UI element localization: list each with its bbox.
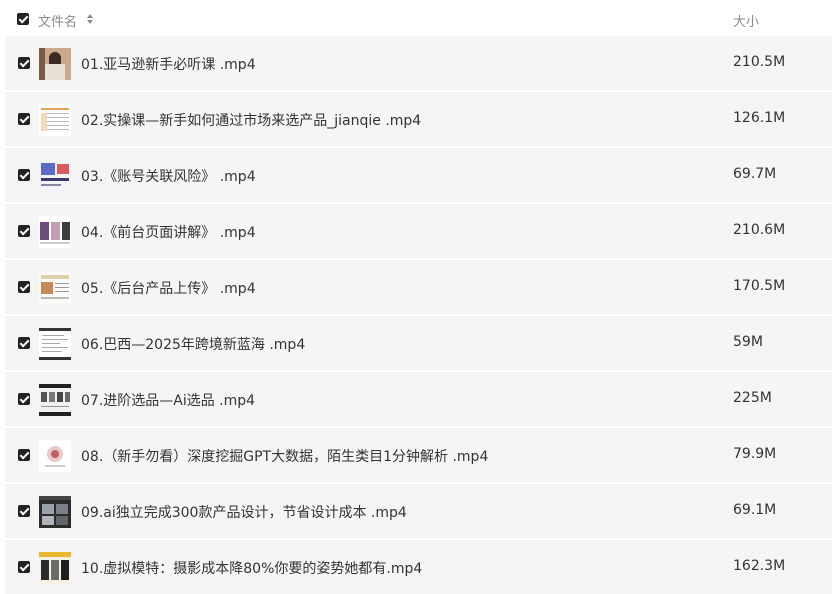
file-size: 210.5M xyxy=(733,54,786,70)
column-header-name[interactable]: 文件名 xyxy=(38,11,77,30)
row-checkbox[interactable] xyxy=(18,169,30,181)
row-checkbox[interactable] xyxy=(18,57,30,69)
row-checkbox[interactable] xyxy=(18,505,30,517)
file-size: 126.1M xyxy=(733,110,786,126)
file-name[interactable]: 01.亚马逊新手必听课 .mp4 xyxy=(81,54,256,74)
video-thumbnail xyxy=(39,328,71,360)
file-row[interactable]: 04.《前台页面讲解》 .mp4 210.6M xyxy=(5,204,832,258)
file-row[interactable]: 07.进阶选品—Ai选品 .mp4 225M xyxy=(5,372,832,426)
file-row[interactable]: 02.实操课—新手如何通过市场来选产品_jianqie .mp4 126.1M xyxy=(5,92,832,146)
row-checkbox[interactable] xyxy=(18,393,30,405)
row-checkbox[interactable] xyxy=(18,561,30,573)
video-thumbnail xyxy=(39,384,71,416)
file-name[interactable]: 05.《后台产品上传》 .mp4 xyxy=(81,278,256,298)
file-size: 69.1M xyxy=(733,502,777,518)
file-row[interactable]: 01.亚马逊新手必听课 .mp4 210.5M xyxy=(5,36,832,90)
file-list-header: 文件名 大小 xyxy=(0,0,833,38)
file-row[interactable]: 08.（新手勿看）深度挖掘GPT大数据，陌生类目1分钟解析 .mp4 79.9M xyxy=(5,428,832,482)
file-row[interactable]: 03.《账号关联风险》 .mp4 69.7M xyxy=(5,148,832,202)
video-thumbnail xyxy=(39,104,71,136)
file-name[interactable]: 08.（新手勿看）深度挖掘GPT大数据，陌生类目1分钟解析 .mp4 xyxy=(81,446,488,466)
file-name[interactable]: 04.《前台页面讲解》 .mp4 xyxy=(81,222,256,242)
file-name[interactable]: 02.实操课—新手如何通过市场来选产品_jianqie .mp4 xyxy=(81,110,421,130)
row-checkbox[interactable] xyxy=(18,281,30,293)
file-row[interactable]: 09.ai独立完成300款产品设计，节省设计成本 .mp4 69.1M xyxy=(5,484,832,538)
video-thumbnail xyxy=(39,216,71,248)
video-thumbnail xyxy=(39,160,71,192)
row-checkbox[interactable] xyxy=(18,337,30,349)
file-size: 170.5M xyxy=(733,278,786,294)
file-name[interactable]: 10.虚拟模特：摄影成本降80%你要的姿势她都有.mp4 xyxy=(81,558,422,578)
video-thumbnail xyxy=(39,496,71,528)
file-row[interactable]: 05.《后台产品上传》 .mp4 170.5M xyxy=(5,260,832,314)
video-thumbnail xyxy=(39,440,71,472)
file-size: 210.6M xyxy=(733,222,786,238)
file-name[interactable]: 06.巴西—2025年跨境新蓝海 .mp4 xyxy=(81,334,305,354)
file-size: 79.9M xyxy=(733,446,777,462)
file-size: 69.7M xyxy=(733,166,777,182)
video-thumbnail xyxy=(39,552,71,584)
row-checkbox[interactable] xyxy=(18,225,30,237)
file-row[interactable]: 10.虚拟模特：摄影成本降80%你要的姿势她都有.mp4 162.3M xyxy=(5,540,832,594)
video-thumbnail xyxy=(39,48,71,80)
file-size: 225M xyxy=(733,390,772,406)
column-header-size[interactable]: 大小 xyxy=(733,11,759,30)
file-size: 162.3M xyxy=(733,558,786,574)
file-name[interactable]: 09.ai独立完成300款产品设计，节省设计成本 .mp4 xyxy=(81,502,407,522)
video-thumbnail xyxy=(39,272,71,304)
row-checkbox[interactable] xyxy=(18,449,30,461)
sort-icon[interactable] xyxy=(86,12,94,26)
file-name[interactable]: 07.进阶选品—Ai选品 .mp4 xyxy=(81,390,255,410)
file-size: 59M xyxy=(733,334,763,350)
row-checkbox[interactable] xyxy=(18,113,30,125)
file-name[interactable]: 03.《账号关联风险》 .mp4 xyxy=(81,166,256,186)
select-all-checkbox[interactable] xyxy=(17,13,29,25)
file-row[interactable]: 06.巴西—2025年跨境新蓝海 .mp4 59M xyxy=(5,316,832,370)
